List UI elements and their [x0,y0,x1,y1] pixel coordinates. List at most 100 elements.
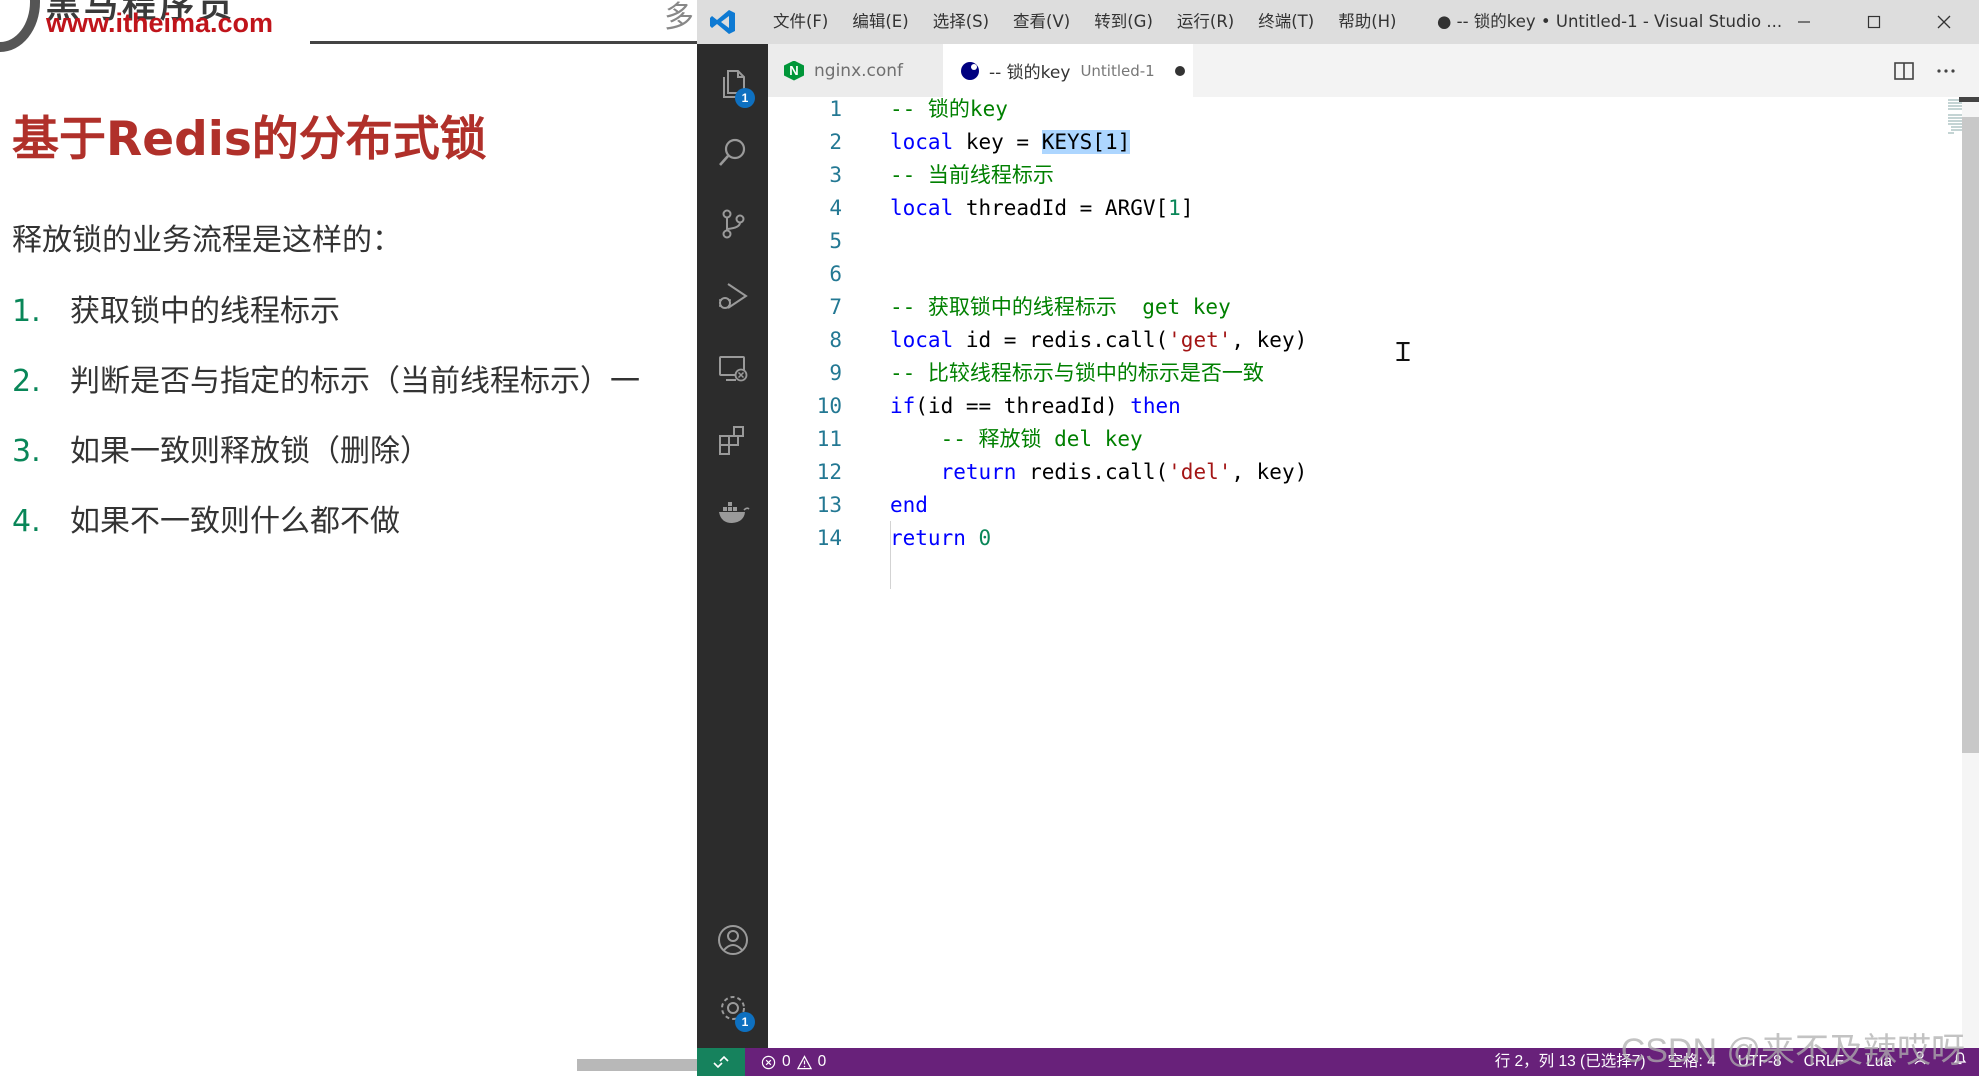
split-editor-icon[interactable] [1893,60,1915,82]
code-token: ] [1180,196,1194,220]
line-number: 9 [829,361,842,385]
code-token: -- 锁的key [890,97,1008,121]
tab-label: -- 锁的key [989,63,1071,83]
code-token: then [1130,394,1181,418]
code-token: redis.call( [1016,460,1169,484]
code-token: if [890,394,916,418]
step-text: 判断是否与指定的标示（当前线程标示）一 [70,364,640,399]
code-token: key = [953,130,1042,154]
line-number: 4 [829,196,842,220]
code-token: threadId = ARGV[ [953,196,1169,220]
warning-count: 0 [817,1053,827,1070]
window-title: ● -- 锁的key • Untitled-1 - Visual Studio … [1437,12,1783,31]
tab-untitled-1[interactable]: -- 锁的key Untitled-1 [943,44,1193,97]
menu-selection[interactable]: 选择(S) [921,0,1001,44]
slide-panel: 黑马程序员 www.itheima.com 多 基于Redis的分布式锁 释放锁… [0,0,697,1076]
code-line: 6 [768,258,890,291]
extensions-icon [718,426,744,455]
explorer-badge: 1 [735,88,755,108]
minimize-button[interactable] [1769,0,1839,44]
manage-button[interactable]: 1 [697,976,768,1040]
menu-go[interactable]: 转到(G) [1082,0,1165,44]
run-debug-button[interactable] [697,264,768,328]
code-token: 'del' [1168,460,1232,484]
docker-icon [718,502,750,523]
code-token: return [890,526,966,550]
accounts-button[interactable] [697,908,768,972]
unsaved-dot-icon[interactable] [1174,65,1185,76]
problems-indicator[interactable]: 0 0 [761,1048,826,1076]
menu-run[interactable]: 运行(R) [1165,0,1246,44]
slide-intro: 释放锁的业务流程是这样的： [12,223,402,258]
source-control-button[interactable] [697,192,768,256]
step-text: 获取锁中的线程标示 [70,294,340,329]
code-line: 1 -- 锁的key [768,93,1008,126]
line-number: 13 [816,493,842,517]
close-button[interactable] [1909,0,1979,44]
slide-title: 基于Redis的分布式锁 [12,112,487,167]
line-number: 8 [829,328,842,352]
menu-help[interactable]: 帮助(H) [1326,0,1408,44]
remote-indicator[interactable] [697,1048,745,1076]
code-line: 14 return 0 [768,522,991,555]
menu-bar: 文件(F) 编辑(E) 选择(S) 查看(V) 转到(G) 运行(R) 终端(T… [761,0,1409,44]
step-text: 如果不一致则什么都不做 [70,504,400,539]
vscode-logo-icon [710,10,735,34]
code-line: 5 [768,225,890,258]
close-icon [1937,15,1951,29]
code-editor[interactable]: 1 -- 锁的key 2 local key = KEYS[1] 3 -- 当前线程标示 4… [768,97,1979,1048]
code-line: 9 -- 比较线程标示与锁中的标示是否一致 [768,357,1264,390]
remote-explorer-button[interactable] [697,336,768,400]
warning-icon [796,1054,812,1069]
code-line: 3 -- 当前线程标示 [768,159,1054,192]
manage-badge: 1 [735,1012,755,1032]
menu-edit[interactable]: 编辑(E) [840,0,920,44]
source-control-icon [722,209,744,239]
explorer-button[interactable]: 1 [697,52,768,116]
lua-file-icon [961,61,979,80]
code-token: -- 获取锁中的线程标示 get key [890,295,1231,319]
account-icon [717,925,748,955]
code-token: -- 当前线程标示 [890,163,1054,187]
code-token: local [890,196,954,220]
header-fragment: 多 [664,0,694,35]
slide-scrollbar[interactable] [577,1059,697,1071]
title-bar: 文件(F) 编辑(E) 选择(S) 查看(V) 转到(G) 运行(R) 终端(T… [697,0,1979,44]
maximize-icon [1867,15,1881,29]
code-token: id = redis.call( [953,328,1169,352]
header-divider [310,41,697,44]
tab-nginx-conf[interactable]: N nginx.conf [768,44,943,97]
step-item: 1. 获取锁中的线程标示 [12,286,340,330]
run-debug-icon [718,283,748,309]
overview-ruler-marker [1959,97,1979,102]
maximize-button[interactable] [1839,0,1909,44]
editor-scrollbar-thumb[interactable] [1962,117,1979,753]
line-number: 3 [829,163,842,187]
search-button[interactable] [697,120,768,184]
code-token: -- 比较线程标示与锁中的标示是否一致 [890,361,1264,385]
menu-view[interactable]: 查看(V) [1001,0,1082,44]
code-token: , key) [1231,460,1308,484]
code-token: end [890,493,928,517]
watermark: CSDN @来不及辣哎呀 [1620,1032,1965,1070]
code-line: 7 -- 获取锁中的线程标示 get key [768,291,1231,324]
search-icon [718,138,745,166]
editor-tabs: N nginx.conf -- 锁的key Untitled-1 [768,44,1979,97]
indent-guide [890,521,891,589]
step-item: 4. 如果不一致则什么都不做 [12,496,400,540]
logo-icon [0,0,40,52]
error-icon [761,1055,776,1069]
code-token: local [890,130,954,154]
step-number: 1. [12,294,41,329]
docker-button[interactable] [697,480,768,544]
error-count: 0 [782,1053,791,1070]
text-cursor-icon: Ｉ [1390,338,1417,368]
step-number: 2. [12,364,41,399]
menu-file[interactable]: 文件(F) [761,0,840,44]
code-line: 13 end [768,489,928,522]
line-number: 1 [829,97,842,121]
extensions-button[interactable] [697,408,768,472]
tab-label: nginx.conf [814,60,904,81]
menu-terminal[interactable]: 终端(T) [1246,0,1326,44]
more-actions-icon[interactable] [1935,60,1957,82]
